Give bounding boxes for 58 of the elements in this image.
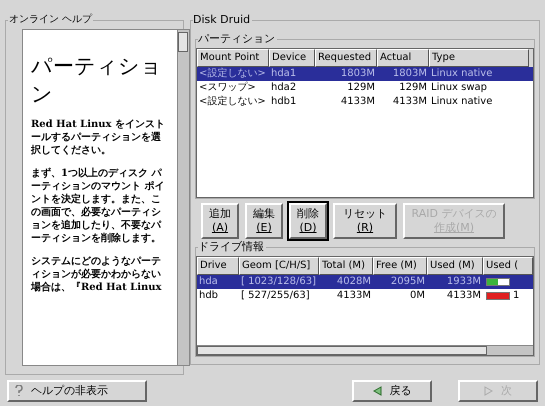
table-row[interactable]: <設定しない> hda1 1803M 1803M Linux native — [197, 67, 533, 81]
table-cell-text: 4133M — [446, 289, 482, 303]
column-header[interactable]: Drive — [197, 257, 239, 275]
help-icon — [15, 385, 23, 397]
usage-reading: 1 — [513, 289, 520, 303]
table-cell-text: 4133M — [340, 95, 376, 109]
help-paragraph: システムにどのようなパーティションが必要かわからない場合は、『Red Hat Linux — [31, 255, 163, 294]
action-button[interactable]: 編集 (E) — [245, 203, 283, 239]
table-cell-text: 4133M — [392, 95, 428, 109]
table-cell-text: 1933M — [446, 275, 482, 289]
column-header[interactable]: Total (M) — [319, 257, 373, 275]
table-cell-text: <設定しない> — [198, 95, 267, 109]
table-cell-text: hdb1 — [270, 95, 298, 109]
table-cell-text: [ 1023/128/63] — [240, 275, 317, 289]
table-cell-text: 4133M — [336, 289, 372, 303]
help-paragraph: Red Hat Linux をインストールするパーティションを選択してください。 — [31, 118, 166, 157]
column-header[interactable]: Requested — [315, 49, 377, 67]
help-heading: パーティション — [31, 53, 163, 108]
table-cell-text: hda — [198, 275, 219, 289]
table-cell-text: <設定しない> — [198, 67, 267, 81]
table-row[interactable]: hda [ 1023/128/63] 4028M 2095M 1933M — [197, 275, 533, 289]
action-button[interactable]: 追加 (A) — [201, 203, 239, 239]
forward-arrow-icon — [484, 386, 493, 396]
action-button[interactable]: 削除 (D) — [289, 203, 327, 239]
action-button[interactable]: リセット (R) — [333, 203, 397, 239]
usage-bar — [486, 278, 510, 286]
column-header[interactable]: Mount Point — [197, 49, 269, 67]
table-cell-text: Linux swap — [430, 81, 488, 95]
table-cell-text: Linux native — [430, 67, 494, 81]
horizontal-scrollbar[interactable] — [197, 345, 533, 355]
table-cell-text: Linux native — [430, 95, 494, 109]
back-button[interactable]: 戻る — [352, 380, 432, 402]
table-cell-text: [ 527/255/63] — [240, 289, 311, 303]
help-toggle-button[interactable]: ヘルプの非表示 — [7, 380, 147, 402]
table-cell-text: hdb — [198, 289, 220, 303]
column-header[interactable]: Actual — [377, 49, 429, 67]
table-cell-text: 129M — [346, 81, 376, 95]
group-title: ドライブ情報 — [198, 240, 266, 254]
scrollbar[interactable] — [177, 30, 189, 365]
group-title: パーティション — [198, 32, 277, 46]
back-arrow-icon — [372, 386, 382, 396]
table-cell-text: <スワップ> — [198, 81, 257, 95]
table-cell-text: 1803M — [392, 67, 428, 81]
table-cell-text: 4028M — [336, 275, 372, 289]
table-cell-text: 0M — [409, 289, 426, 303]
table-cell-text: hda2 — [270, 81, 298, 95]
column-header[interactable]: Device — [269, 49, 315, 67]
column-header[interactable]: Used ( — [483, 257, 533, 275]
table-cell-text: hda1 — [270, 67, 298, 81]
help-paragraph: まず、1つ以上のディスク パーティションのマウント ポイントを決定します。また、この画面で、必要なパーティションを追加したり、不要なパーティションを削除します。 — [31, 167, 166, 245]
table-cell-text: 2095M — [390, 275, 426, 289]
table-cell-text: 1803M — [340, 67, 376, 81]
column-header[interactable]: Free (M) — [373, 257, 427, 275]
usage-bar — [486, 292, 510, 300]
column-header[interactable]: Type — [429, 49, 529, 67]
column-header[interactable]: Geom [C/H/S] — [239, 257, 319, 275]
table-cell-text: 129M — [398, 81, 428, 95]
column-header[interactable]: Used (M) — [427, 257, 483, 275]
